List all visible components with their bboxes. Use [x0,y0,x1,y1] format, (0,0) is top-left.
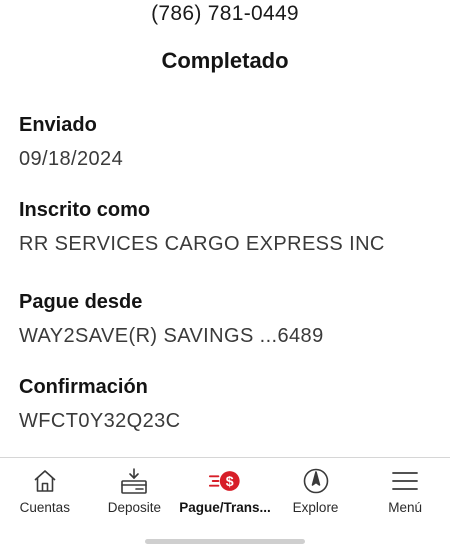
home-icon [28,464,62,498]
tab-accounts[interactable]: Cuentas [0,458,90,553]
deposit-icon [117,464,151,498]
detail-label: Inscrito como [19,199,151,221]
detail-sent: Enviado 09/18/2024 [19,112,439,172]
detail-confirmation: Confirmación WFCT0Y32Q23C [19,374,439,434]
pay-transfer-icon: $ [208,464,242,498]
detail-value: 09/18/2024 [19,148,124,170]
detail-label: Pague desde [19,291,143,313]
detail-label: Enviado [19,114,97,136]
tab-menu[interactable]: Menú [360,458,450,553]
detail-pay-from: Pague desde WAY2SAVE(R) SAVINGS ...6489 [19,289,439,349]
tab-label: Menú [388,500,423,515]
tab-label: Explore [292,500,339,515]
compass-icon [299,464,333,498]
tab-label: Pague/Trans... [179,500,271,515]
detail-value: WAY2SAVE(R) SAVINGS ...6489 [19,325,324,347]
tab-label: Cuentas [19,500,70,515]
tab-label: Deposite [107,500,162,515]
detail-label: Confirmación [19,376,148,398]
hamburger-menu-icon [388,464,422,498]
page-title: Completado [161,48,289,73]
home-indicator[interactable] [145,539,305,544]
detail-value: RR SERVICES CARGO EXPRESS INC [19,233,385,255]
detail-enrolled-as: Inscrito como RR SERVICES CARGO EXPRESS … [19,197,439,257]
svg-text:$: $ [226,474,234,490]
phone-number[interactable]: (786) 781-0449 [0,2,450,26]
detail-value: WFCT0Y32Q23C [19,410,181,432]
